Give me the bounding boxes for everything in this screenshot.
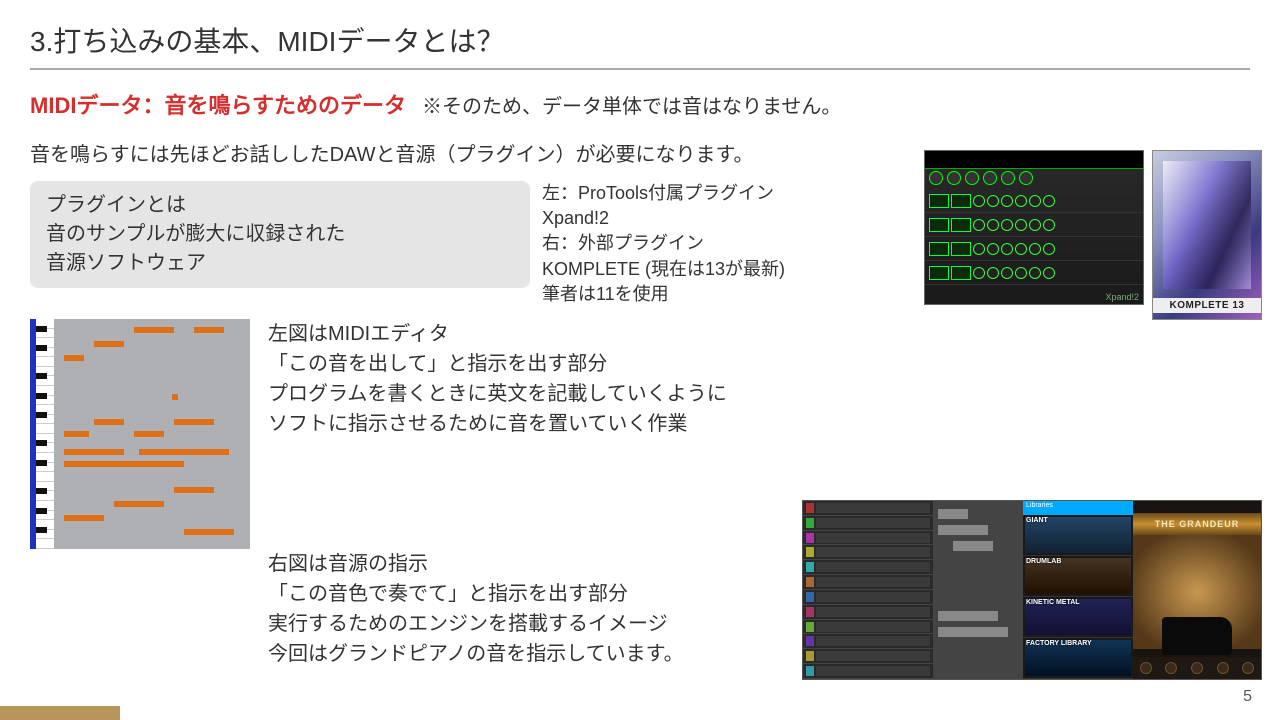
plugin-def-line3: 音源ソフトウェア xyxy=(46,249,514,278)
kontakt-instrument-banner: THE GRANDEUR xyxy=(1133,513,1261,535)
plugin-label-2: Xpand!2 xyxy=(542,206,842,231)
midi-text-2: 「この音を出して」と指示を出す部分 xyxy=(268,349,727,379)
plugin-label-4: KOMPLETE (現在は13が最新) xyxy=(542,257,842,282)
subtitle-red: MIDIデータ：音を鳴らすためのデータ xyxy=(30,88,406,120)
kontakt-lib-0: GIANT xyxy=(1026,517,1048,524)
title-rule xyxy=(30,68,1250,70)
footer-accent-bar xyxy=(0,706,120,720)
komplete-box-image: KOMPLETE 13 xyxy=(1152,150,1262,320)
plugin-labels: 左：ProTools付属プラグイン Xpand!2 右：外部プラグイン KOMP… xyxy=(542,181,842,307)
plugin-def-line1: プラグインとは xyxy=(46,191,514,220)
komplete-label: KOMPLETE 13 xyxy=(1153,298,1261,313)
xpand-footer-label: Xpand!2 xyxy=(1105,292,1139,302)
kontakt-lib-3: FACTORY LIBRARY xyxy=(1026,640,1092,647)
plugin-label-1: 左：ProTools付属プラグイン xyxy=(542,181,842,206)
subtitle-note: ※そのため、データ単体では音はなりません。 xyxy=(422,90,841,119)
kontakt-lib-1: DRUMLAB xyxy=(1026,558,1061,565)
kontakt-lib-header: Libraries xyxy=(1023,501,1133,515)
plugin-definition-box: プラグインとは 音のサンプルが膨大に収録された 音源ソフトウェア xyxy=(30,181,530,288)
xpand-plugin-image: Xpand!2 xyxy=(924,150,1144,305)
midi-editor-description: 左図はMIDIエディタ 「この音を出して」と指示を出す部分 プログラムを書くとき… xyxy=(268,319,727,439)
plugin-def-line2: 音のサンプルが膨大に収録された xyxy=(46,220,514,249)
kontakt-lib-2: KINETIC METAL xyxy=(1026,599,1080,606)
grand-piano-icon xyxy=(1162,617,1232,655)
midi-editor-image xyxy=(30,319,250,549)
plugin-label-5: 筆者は11を使用 xyxy=(542,282,842,307)
midi-text-1: 左図はMIDIエディタ xyxy=(268,319,727,349)
midi-text-3: プログラムを書くときに英文を記載していくように xyxy=(268,379,727,409)
plugin-label-3: 右：外部プラグイン xyxy=(542,231,842,256)
page-number: 5 xyxy=(1243,688,1252,706)
midi-text-4: ソフトに指示させるために音を置いていく作業 xyxy=(268,409,727,439)
daw-kontakt-image: Libraries GIANT DRUMLAB KINETIC METAL FA… xyxy=(802,500,1262,680)
slide-title: 3.打ち込みの基本、MIDIデータとは？ xyxy=(30,20,1250,60)
